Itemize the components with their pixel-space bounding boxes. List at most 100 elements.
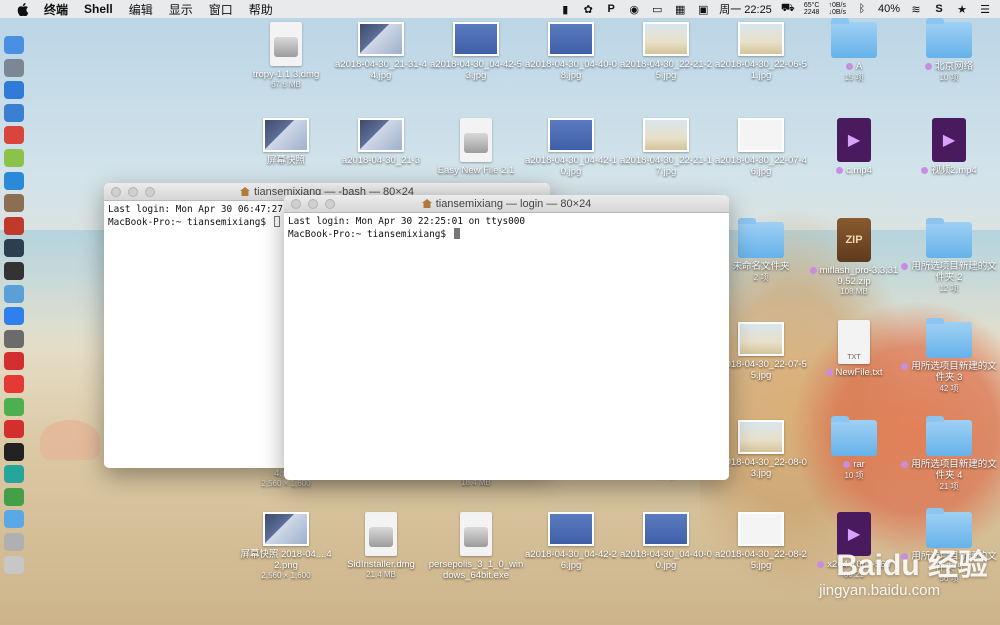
desktop-item[interactable]: ZIP miflash_pro-3.3.319.52.zip 108 MB [806, 218, 902, 296]
app-red2-icon[interactable] [4, 216, 24, 235]
desktop-item[interactable]: SidInstaller.dmg 21.4 MB [333, 512, 429, 579]
status-area: ▮ ✿ P ◉ ▭ ▦ ▣ 周一 22:25 ⛟ 65°C 2248 ↑0B/s… [558, 0, 992, 18]
safari-icon[interactable] [4, 81, 24, 100]
desktop-item[interactable]: 用所选项目新建的文件夹 2 12 项 [901, 218, 997, 294]
truck-icon[interactable]: ⛟ [781, 2, 795, 15]
desktop-item[interactable]: a2018-04-30_04-42-10.jpg [523, 118, 619, 177]
bluetooth-icon[interactable]: ᛒ [855, 3, 869, 15]
netease-icon[interactable] [4, 352, 24, 371]
folder-icon [926, 218, 972, 258]
image-thumbnail-icon [548, 512, 594, 546]
desktop-item[interactable]: ▶ 视频2.mp4 [901, 118, 997, 176]
minimize-button[interactable] [308, 199, 318, 209]
desktop-item[interactable]: 用所选项目新建的文件夹 3 42 项 [901, 318, 997, 394]
desktop-item[interactable]: a2018-04-30_22-08-25.jpg [713, 512, 809, 571]
desktop-item[interactable]: 屏幕快照 2018-04....42.png 2,560 × 1,600 [238, 512, 334, 580]
desktop-item[interactable]: a2018-04-30_21-3 [333, 118, 429, 166]
desktop-item[interactable]: Easy New File 2.1 [428, 118, 524, 176]
display-icon[interactable]: ▭ [650, 3, 664, 16]
desktop-item[interactable]: 屏幕快照 [238, 118, 334, 166]
wechat-icon[interactable] [4, 487, 24, 506]
layout-icon[interactable]: ▦ [673, 3, 687, 16]
menu-edit[interactable]: 编辑 [129, 1, 153, 18]
desktop-item-label: a2018-04-30_22-07-46.jpg [713, 155, 809, 177]
preview-icon[interactable] [4, 533, 24, 552]
yandex-icon[interactable] [4, 374, 24, 393]
network-readout[interactable]: ↑0B/s ↓0B/s [828, 2, 846, 16]
desktop-item[interactable]: a2018-04-30_22-21-25.jpg [618, 22, 714, 81]
terminal2-icon[interactable] [4, 442, 24, 461]
p-icon[interactable]: P [604, 3, 618, 15]
desktop-item[interactable]: a2018-04-30_22-06-51.jpg [713, 22, 809, 81]
desktop-item[interactable]: TXT NewFile.txt [806, 320, 902, 378]
desktop-item[interactable]: rar 10 项 [806, 416, 902, 481]
disk-image-icon [460, 118, 492, 162]
terminal-output[interactable]: Last login: Mon Apr 30 22:25:01 on ttys0… [284, 213, 729, 244]
menu-window[interactable]: 窗口 [209, 1, 233, 18]
vivaldi-icon[interactable] [4, 420, 24, 439]
desktop-item[interactable]: a2018-04-30_04-40-00.jpg [618, 512, 714, 571]
app-teal-icon[interactable] [4, 465, 24, 484]
tag-dot-icon [901, 362, 909, 370]
mirror-icon[interactable]: ▣ [696, 3, 710, 16]
minimize-button[interactable] [128, 187, 138, 197]
close-button[interactable] [111, 187, 121, 197]
network-icon[interactable] [4, 284, 24, 303]
desktop-item-label: c.mp4 [836, 165, 872, 176]
desktop-item[interactable]: persepolis_3_1_0_windows_64bit.exe [428, 512, 524, 581]
close-button[interactable] [291, 199, 301, 209]
clock[interactable]: 周一 22:25 [719, 1, 772, 17]
desktop-item[interactable]: ▶ c.mp4 [806, 118, 902, 176]
wifi-icon[interactable]: ≋ [909, 3, 923, 16]
menu-view[interactable]: 显示 [169, 1, 193, 18]
desktop-item[interactable]: a2018-04-30_22-07-46.jpg [713, 118, 809, 177]
appstore-icon[interactable] [4, 307, 24, 326]
titlebar[interactable]: tiansemixiang — login — 80×24 [284, 195, 729, 213]
zoom-button[interactable] [325, 199, 335, 209]
terminal-icon[interactable] [4, 261, 24, 280]
desktop-item[interactable]: a2018-04-30_04-40-08.jpg [523, 22, 619, 81]
tag-dot-icon [836, 166, 844, 174]
preferences-icon[interactable] [4, 329, 24, 348]
contacts-icon[interactable] [4, 103, 24, 122]
tag-dot-icon [924, 62, 932, 70]
battery-percent[interactable]: 40% [878, 3, 900, 15]
desktop-item-name: a2018-04-30_22-08-25.jpg [715, 549, 807, 571]
monitor-icon[interactable] [4, 239, 24, 258]
desktop-item[interactable]: tropy-1.1.3.dmg 67.6 MB [238, 22, 334, 89]
tag-dot-icon [845, 62, 853, 70]
desktop-item[interactable]: 北京网络 10 项 [901, 18, 997, 83]
desktop-item-label: rar [843, 459, 865, 470]
desktop-item[interactable]: a2018-04-30_21-31-44.jpg [333, 22, 429, 81]
teamviewer-icon[interactable] [4, 171, 24, 190]
desktop-item-name: a2018-04-30_04-40-08.jpg [525, 59, 617, 81]
window-controls [111, 187, 155, 197]
terminal-window-front[interactable]: tiansemixiang — login — 80×24 Last login… [284, 195, 729, 480]
star-icon[interactable]: ★ [955, 3, 969, 16]
android-icon[interactable] [4, 148, 24, 167]
folder-icon[interactable] [4, 510, 24, 529]
desktop-item[interactable]: a2018-04-30_04-42-53.jpg [428, 22, 524, 81]
desktop-item-label: a2018-04-30_21-3 [342, 155, 420, 166]
chrome-icon[interactable] [4, 397, 24, 416]
menu-shell[interactable]: Shell [84, 2, 113, 16]
paw-icon[interactable]: ✿ [581, 3, 595, 16]
desktop-item[interactable]: 用所选项目新建的文件夹 4 21 项 [901, 416, 997, 492]
video-icon[interactable]: ▮ [558, 3, 572, 16]
desktop-item[interactable]: a2018-04-30_22-21-17.jpg [618, 118, 714, 177]
app-red-icon[interactable] [4, 126, 24, 145]
trash-icon[interactable] [4, 555, 24, 574]
disk-icon[interactable] [4, 194, 24, 213]
temp-readout[interactable]: 65°C 2248 [804, 2, 820, 16]
desktop-item[interactable]: A 15 项 [806, 18, 902, 83]
menu-terminal[interactable]: 终端 [44, 1, 68, 18]
list-icon[interactable]: ☰ [978, 3, 992, 16]
apple-menu-icon[interactable] [16, 2, 30, 16]
launchpad-icon[interactable] [4, 58, 24, 77]
desktop-item[interactable]: a2018-04-30_04-42-26.jpg [523, 512, 619, 571]
zoom-button[interactable] [145, 187, 155, 197]
s-app-icon[interactable]: S [932, 3, 946, 15]
wechat-status-icon[interactable]: ◉ [627, 3, 641, 16]
finder-icon[interactable] [4, 36, 24, 54]
menu-help[interactable]: 帮助 [249, 1, 273, 18]
